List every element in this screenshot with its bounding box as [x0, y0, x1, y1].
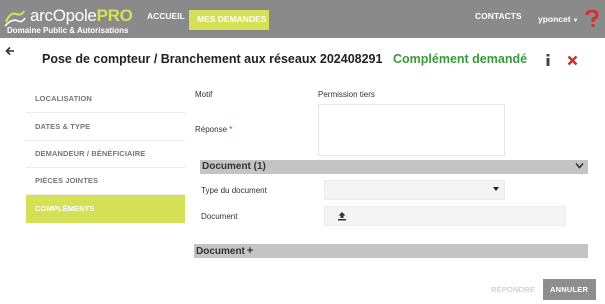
add-document-title: Document +: [196, 245, 254, 257]
sidebar-item-label: LOCALISATION: [35, 94, 92, 103]
logo-tagline: Domaine Public & Autorisations: [7, 26, 129, 35]
annuler-button[interactable]: ANNULER: [543, 279, 596, 300]
sidebar-item-label: DEMANDEUR / BÉNÉFICIAIRE: [35, 149, 146, 158]
upload-icon[interactable]: [337, 211, 347, 221]
arrow-left-icon[interactable]: [5, 46, 15, 56]
user-name: yponcet: [538, 14, 571, 24]
sidebar-item-demandeur[interactable]: DEMANDEUR / BÉNÉFICIAIRE: [26, 140, 185, 168]
reponse-label: Réponse *: [195, 125, 233, 134]
caret-down-icon: ▼: [572, 18, 579, 24]
app-logo[interactable]: arcOpolePRO Domaine Public & Autorisatio…: [4, 6, 144, 36]
document-upload-field[interactable]: [324, 206, 566, 226]
logo-text: arcOpolePRO: [30, 6, 133, 25]
document-label: Document: [201, 212, 238, 221]
sidebar-item-complements[interactable]: COMPLÉMENTS: [26, 195, 185, 223]
motif-value: Permission tiers: [318, 90, 375, 99]
add-document-section[interactable]: Document +: [194, 244, 588, 258]
repondre-button[interactable]: RÉPONDRE: [484, 279, 540, 300]
sidebar-item-dates-type[interactable]: DATES & TYPE: [26, 113, 185, 141]
help-icon[interactable]: [585, 10, 599, 28]
type-document-label: Type du document: [201, 186, 267, 195]
info-icon[interactable]: [545, 54, 551, 66]
nav-mes-demandes-label: MES DEMANDES: [197, 14, 267, 24]
top-bar: arcOpolePRO Domaine Public & Autorisatio…: [0, 0, 605, 38]
caret-down-icon: [493, 187, 499, 191]
sidebar-item-label: DATES & TYPE: [35, 122, 91, 131]
sidebar-item-pieces-jointes[interactable]: PIÈCES JOINTES: [26, 167, 185, 195]
document-section-title: Document (1): [202, 161, 266, 172]
user-menu[interactable]: yponcet ▼: [538, 14, 579, 24]
close-icon[interactable]: [567, 55, 578, 66]
status-badge: Complément demandé: [393, 52, 528, 66]
nav-contacts[interactable]: CONTACTS: [475, 11, 522, 21]
reponse-textarea[interactable]: [318, 104, 505, 156]
logo-map-icon: [4, 10, 26, 27]
page-title: Pose de compteur / Branchement aux résea…: [42, 52, 383, 66]
nav-accueil[interactable]: ACCUEIL: [147, 11, 185, 21]
nav-mes-demandes[interactable]: MES DEMANDES: [189, 10, 269, 30]
sidebar-item-label: PIÈCES JOINTES: [35, 176, 99, 185]
document-section-header[interactable]: Document (1): [200, 160, 588, 174]
type-document-select[interactable]: [324, 180, 505, 200]
sidebar-item-label: COMPLÉMENTS: [35, 204, 95, 213]
chevron-down-icon[interactable]: [575, 161, 584, 170]
sidebar-item-localisation[interactable]: LOCALISATION: [26, 85, 185, 113]
repondre-label: RÉPONDRE: [491, 285, 536, 294]
plus-icon[interactable]: +: [247, 245, 253, 257]
required-marker: *: [229, 125, 233, 134]
annuler-label: ANNULER: [550, 285, 589, 294]
motif-label: Motif: [195, 90, 213, 99]
